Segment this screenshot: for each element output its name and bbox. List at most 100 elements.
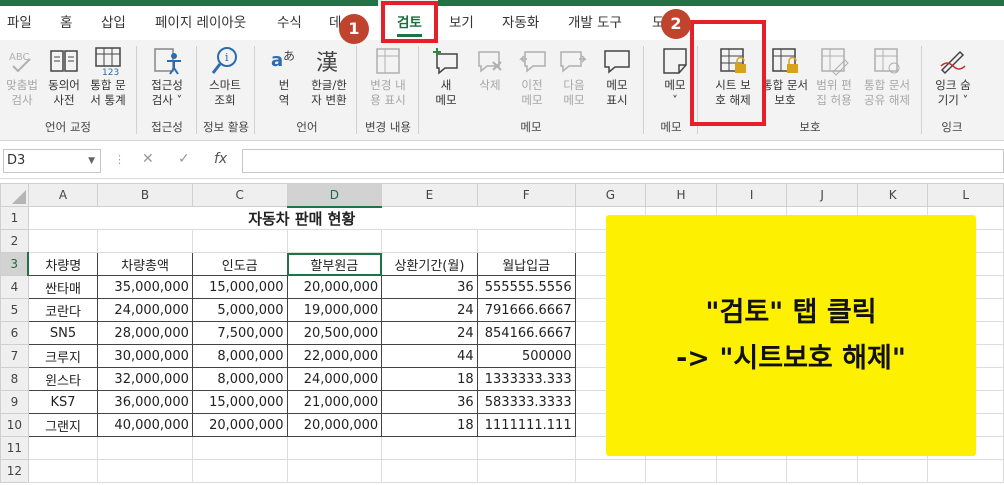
cell[interactable] (645, 459, 717, 483)
principal-cell[interactable]: 22,000,000 (286, 344, 383, 368)
car-name-cell[interactable]: 코란다 (27, 298, 99, 322)
down-payment-cell[interactable]: 8,000,000 (191, 367, 288, 391)
header-cell[interactable]: 상환기간(월) (381, 252, 478, 276)
monthly-payment-cell[interactable]: 583333.3333 (476, 390, 576, 414)
cell[interactable] (286, 229, 383, 253)
column-header-j[interactable]: J (786, 183, 858, 207)
cell[interactable] (97, 459, 193, 483)
sheet-title[interactable]: 자동차 판매 현황 (27, 206, 576, 230)
row-header[interactable]: 7 (0, 344, 29, 368)
header-cell[interactable]: 인도금 (191, 252, 288, 276)
column-header-k[interactable]: K (856, 183, 929, 207)
monthly-payment-cell[interactable]: 555555.5556 (476, 275, 576, 299)
row-header[interactable]: 5 (0, 298, 29, 322)
down-payment-cell[interactable]: 15,000,000 (191, 275, 288, 299)
principal-cell[interactable]: 20,000,000 (286, 275, 383, 299)
principal-cell[interactable]: 20,000,000 (286, 413, 383, 437)
header-cell[interactable]: 차량명 (27, 252, 99, 276)
formula-input[interactable] (242, 149, 1004, 173)
term-months-cell[interactable]: 44 (381, 344, 478, 368)
term-months-cell[interactable]: 24 (381, 321, 478, 345)
total-price-cell[interactable]: 36,000,000 (97, 390, 193, 414)
cell[interactable] (97, 436, 193, 460)
down-payment-cell[interactable]: 8,000,000 (191, 344, 288, 368)
spellcheck-button[interactable]: ABC 맞춤법 검사 (2, 44, 42, 108)
cell[interactable] (27, 459, 99, 483)
column-header-i[interactable]: I (715, 183, 788, 207)
down-payment-cell[interactable]: 20,000,000 (191, 413, 288, 437)
row-header[interactable]: 9 (0, 390, 29, 414)
smart-lookup-button[interactable]: i 스마트 조회 (200, 44, 250, 108)
cell[interactable] (476, 459, 576, 483)
monthly-payment-cell[interactable]: 500000 (476, 344, 576, 368)
column-header-e[interactable]: E (381, 183, 478, 207)
down-payment-cell[interactable]: 15,000,000 (191, 390, 288, 414)
total-price-cell[interactable]: 30,000,000 (97, 344, 193, 368)
row-header[interactable]: 8 (0, 367, 29, 391)
principal-cell[interactable]: 21,000,000 (286, 390, 383, 414)
row-header[interactable]: 4 (0, 275, 29, 299)
cell[interactable] (715, 459, 788, 483)
car-name-cell[interactable]: KS7 (27, 390, 99, 414)
workbook-statistics-button[interactable]: 123 통합 문 서 통계 (86, 44, 130, 108)
term-months-cell[interactable]: 18 (381, 367, 478, 391)
cell[interactable] (286, 459, 383, 483)
total-price-cell[interactable]: 40,000,000 (97, 413, 193, 437)
column-header-g[interactable]: G (574, 183, 647, 207)
cell[interactable] (786, 459, 858, 483)
column-header-c[interactable]: C (191, 183, 288, 207)
cell[interactable] (27, 436, 99, 460)
previous-comment-button[interactable]: 이전 메모 (512, 44, 552, 108)
name-box[interactable]: D3 ▼ (3, 149, 101, 173)
term-months-cell[interactable]: 36 (381, 275, 478, 299)
cell[interactable] (381, 229, 478, 253)
monthly-payment-cell[interactable]: 1111111.111 (476, 413, 576, 437)
car-name-cell[interactable]: 윈스타 (27, 367, 99, 391)
monthly-payment-cell[interactable]: 854166.6667 (476, 321, 576, 345)
tab-home[interactable]: 홈 (60, 6, 72, 40)
cell[interactable] (191, 459, 288, 483)
cell[interactable] (856, 459, 929, 483)
cell[interactable] (574, 459, 647, 483)
translate-button[interactable]: aあ 번 역 (262, 44, 306, 108)
total-price-cell[interactable]: 28,000,000 (97, 321, 193, 345)
cell[interactable] (476, 229, 576, 253)
term-months-cell[interactable]: 18 (381, 413, 478, 437)
cell[interactable] (927, 459, 1004, 483)
insert-function-icon[interactable]: fx (214, 151, 227, 167)
principal-cell[interactable]: 20,500,000 (286, 321, 383, 345)
row-header[interactable]: 6 (0, 321, 29, 345)
row-header[interactable]: 11 (0, 436, 29, 460)
active-cell[interactable]: 할부원금 (286, 252, 383, 276)
allow-edit-ranges-button[interactable]: 범위 편 집 허용 (812, 44, 856, 108)
thesaurus-button[interactable]: 동의어 사전 (44, 44, 84, 108)
cell[interactable] (191, 229, 288, 253)
car-name-cell[interactable]: 그랜지 (27, 413, 99, 437)
new-comment-button[interactable]: 새 메모 (426, 44, 466, 108)
protect-workbook-button[interactable]: 통합 문서 보호 (760, 44, 810, 108)
accessibility-check-button[interactable]: 접근성 검사 ˅ (142, 44, 192, 108)
cell[interactable] (476, 436, 576, 460)
total-price-cell[interactable]: 24,000,000 (97, 298, 193, 322)
hanja-convert-button[interactable]: 漢 한글/한 자 변환 (306, 44, 352, 108)
enter-icon[interactable]: ✓ (178, 151, 190, 167)
tab-formulas[interactable]: 수식 (277, 6, 302, 40)
column-header-h[interactable]: H (645, 183, 717, 207)
unshare-workbook-button[interactable]: 통합 문서 공유 해제 (858, 44, 916, 108)
cancel-icon[interactable]: ✕ (142, 151, 154, 167)
total-price-cell[interactable]: 32,000,000 (97, 367, 193, 391)
cell[interactable] (381, 436, 478, 460)
chevron-down-icon[interactable]: ▼ (88, 150, 95, 172)
cell[interactable] (27, 229, 99, 253)
tab-developer[interactable]: 개발 도구 (568, 6, 622, 40)
term-months-cell[interactable]: 36 (381, 390, 478, 414)
row-header[interactable]: 1 (0, 206, 29, 230)
monthly-payment-cell[interactable]: 1333333.333 (476, 367, 576, 391)
header-cell[interactable]: 차량총액 (97, 252, 193, 276)
cell[interactable] (191, 436, 288, 460)
header-cell[interactable]: 월납입금 (476, 252, 576, 276)
tab-insert[interactable]: 삽입 (101, 6, 126, 40)
car-name-cell[interactable]: SN5 (27, 321, 99, 345)
total-price-cell[interactable]: 35,000,000 (97, 275, 193, 299)
tab-automate[interactable]: 자동화 (502, 6, 539, 40)
